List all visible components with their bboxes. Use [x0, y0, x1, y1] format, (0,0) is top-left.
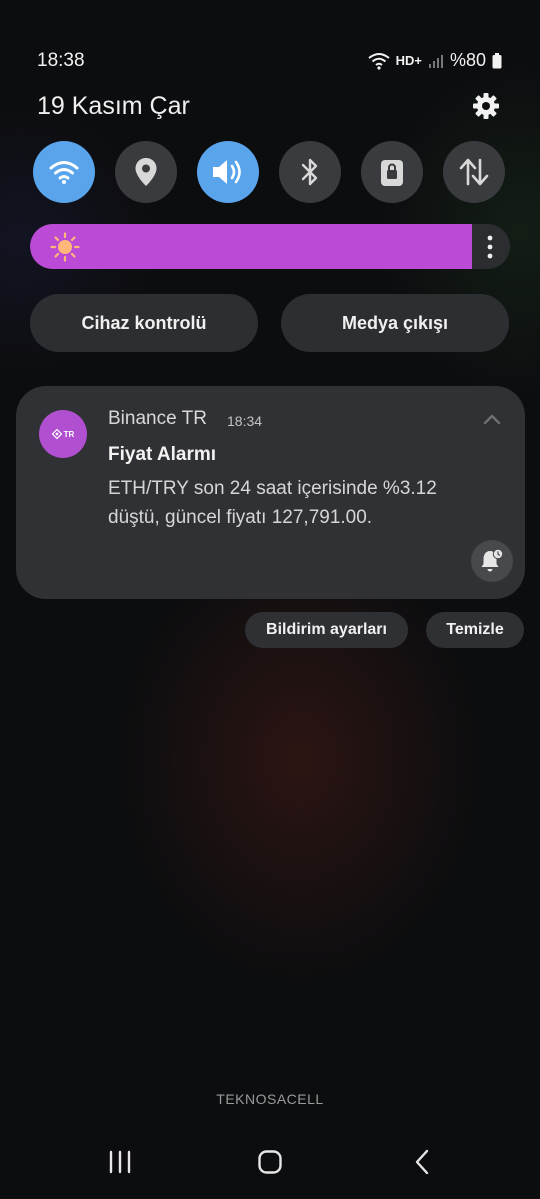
notification-app-name: Binance TR: [108, 408, 207, 429]
brightness-level-fill: [30, 224, 472, 269]
chevron-left-icon: [415, 1149, 429, 1175]
carrier-label: TEKNOSACELL: [216, 1091, 324, 1107]
hd-voice-icon: HD+: [395, 53, 422, 68]
tile-mobile-data[interactable]: [443, 141, 505, 203]
wifi-icon: [49, 161, 79, 184]
notification-settings-button[interactable]: Bildirim ayarları: [245, 612, 408, 648]
tile-rotation-lock[interactable]: [361, 141, 423, 203]
data-arrows-icon: [459, 158, 489, 186]
speaker-icon: [213, 160, 241, 184]
tile-sound[interactable]: [197, 141, 259, 203]
notification-time: 18:34: [227, 413, 263, 429]
battery-percent: %80: [449, 50, 486, 70]
battery-icon: [492, 52, 502, 68]
media-output-button[interactable]: Medya çıkışı: [281, 294, 509, 352]
recent-apps-button[interactable]: [100, 1146, 140, 1178]
wifi-icon: [367, 52, 390, 70]
binance-logo-icon: [51, 429, 62, 439]
brightness-slider[interactable]: [30, 224, 510, 269]
chevron-up-icon[interactable]: [482, 412, 502, 426]
quick-settings-tiles: [33, 141, 507, 203]
snooze-button[interactable]: [471, 540, 513, 582]
device-control-button[interactable]: Cihaz kontrolü: [30, 294, 258, 352]
signal-icon: [428, 54, 443, 68]
notification-card[interactable]: TR Binance TR 18:34 Fiyat Alarmı ETH/TRY…: [16, 386, 525, 599]
recents-icon: [109, 1150, 131, 1174]
bell-snooze-icon: [481, 548, 504, 572]
sun-icon: [50, 232, 80, 262]
location-pin-icon: [135, 158, 157, 186]
tile-wifi[interactable]: [33, 141, 95, 203]
tile-location[interactable]: [115, 141, 177, 203]
gear-icon[interactable]: [470, 90, 502, 122]
home-icon: [258, 1150, 282, 1174]
lock-icon: [381, 160, 403, 186]
tile-bluetooth[interactable]: [279, 141, 341, 203]
more-options-icon[interactable]: [486, 234, 494, 260]
status-bar: 18:38 HD+ %80: [37, 50, 502, 76]
status-time: 18:38: [37, 50, 85, 71]
status-icons: HD+ %80: [367, 50, 502, 71]
home-button[interactable]: [250, 1146, 290, 1178]
date-label: 19 Kasım Çar: [37, 92, 190, 120]
notification-body: ETH/TRY son 24 saat içerisinde %3.12 düş…: [108, 478, 437, 528]
back-button[interactable]: [402, 1146, 442, 1178]
notification-title: Fiyat Alarmı: [108, 444, 217, 465]
clear-button[interactable]: Temizle: [426, 612, 524, 648]
app-icon: TR: [39, 410, 87, 458]
bluetooth-icon: [301, 158, 318, 186]
app-icon-text: TR: [63, 429, 75, 439]
